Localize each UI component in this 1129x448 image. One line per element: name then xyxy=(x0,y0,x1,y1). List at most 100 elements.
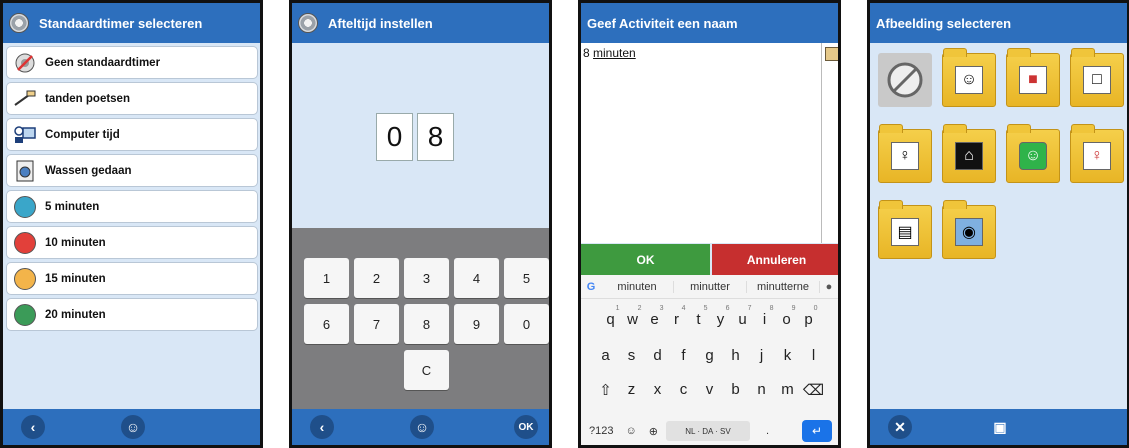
key[interactable]: b xyxy=(723,381,749,399)
folder-tile[interactable]: ♀ xyxy=(1070,124,1124,183)
numbers-key[interactable]: ?123 xyxy=(589,425,613,437)
key[interactable]: 7u xyxy=(732,305,754,328)
pictogram-button[interactable] xyxy=(821,43,838,243)
folder-tile[interactable]: ◉ xyxy=(942,200,996,259)
folder-tile[interactable]: ■ xyxy=(1006,48,1060,107)
profile-button[interactable]: ☺ xyxy=(410,415,434,439)
key[interactable]: k xyxy=(775,347,801,364)
keyboard-row-1: 1q 2w 3e 4r 5t 6y 7u 8i 9o 0p xyxy=(581,305,838,328)
key[interactable]: l xyxy=(801,347,827,364)
key-2[interactable]: 2 xyxy=(354,258,399,298)
space-key[interactable]: NL · DA · SV xyxy=(665,421,750,441)
key[interactable]: 3e xyxy=(644,305,666,328)
globe-icon[interactable]: ⊕ xyxy=(649,425,658,438)
tablet-icon: ▤ xyxy=(891,218,919,246)
key-5[interactable]: 5 xyxy=(504,258,549,298)
no-image-tile[interactable] xyxy=(878,53,932,107)
folder-tile[interactable]: ▤ xyxy=(878,200,932,259)
key-9[interactable]: 9 xyxy=(454,304,499,344)
bottom-bar: ‹ ☺ OK xyxy=(292,409,549,445)
backspace-icon[interactable]: ⌫ xyxy=(801,381,827,399)
key-clear[interactable]: C xyxy=(404,350,449,390)
key-1[interactable]: 1 xyxy=(304,258,349,298)
key[interactable]: j xyxy=(749,347,775,364)
toothbrush-icon xyxy=(13,87,37,111)
suggestion-3[interactable]: minutterne xyxy=(747,280,820,293)
key[interactable]: 4r xyxy=(666,305,688,328)
list-item-label: tanden poetsen xyxy=(45,92,130,105)
folder-tile[interactable]: ♀ xyxy=(878,124,932,183)
suggestion-1[interactable]: minuten xyxy=(601,280,674,293)
list-item[interactable]: 10 minuten xyxy=(6,226,258,259)
folder-tile[interactable]: ☺ xyxy=(1006,124,1060,183)
key[interactable]: g xyxy=(697,347,723,364)
close-button[interactable]: ✕ xyxy=(888,415,912,439)
folder-tile[interactable]: ⌂ xyxy=(942,124,996,183)
key[interactable]: s xyxy=(619,347,645,364)
profile-button[interactable]: ☺ xyxy=(121,415,145,439)
screen-name-activity: Geef Activiteit een naam 8 minuten OK An… xyxy=(578,0,841,448)
activity-name-input[interactable]: 8 minuten xyxy=(581,43,821,243)
person-icon xyxy=(824,47,838,61)
list-item[interactable]: 5 minuten xyxy=(6,190,258,223)
key[interactable]: h xyxy=(723,347,749,364)
key-0[interactable]: 0 xyxy=(504,304,549,344)
keyboard-row-2: a s d f g h j k l xyxy=(581,347,838,364)
emoji-icon[interactable]: ☺ xyxy=(625,425,636,437)
key-7[interactable]: 7 xyxy=(354,304,399,344)
key-4[interactable]: 4 xyxy=(454,258,499,298)
list-item[interactable]: 15 minuten xyxy=(6,262,258,295)
enter-key[interactable]: ↵ xyxy=(802,420,832,442)
back-button[interactable]: ‹ xyxy=(21,415,45,439)
shift-icon[interactable]: ⇧ xyxy=(593,381,619,399)
washing-machine-icon xyxy=(13,159,37,183)
key[interactable]: f xyxy=(671,347,697,364)
period-key[interactable]: . xyxy=(766,425,769,437)
key[interactable]: d xyxy=(645,347,671,364)
key[interactable]: 1q xyxy=(600,305,622,328)
user-icon: ☺ xyxy=(125,419,141,435)
list-item[interactable]: Computer tijd xyxy=(6,118,258,151)
timer-app-icon xyxy=(298,13,318,33)
key[interactable]: n xyxy=(749,381,775,399)
mic-icon[interactable]: ● xyxy=(820,281,838,293)
key[interactable]: 6y xyxy=(710,305,732,328)
folder-tile[interactable]: □ xyxy=(1070,48,1124,107)
list-item[interactable]: 20 minuten xyxy=(6,298,258,331)
digit-tens[interactable]: 0 xyxy=(376,113,413,161)
key[interactable]: 8i xyxy=(754,305,776,328)
key[interactable]: 2w xyxy=(622,305,644,328)
people-icon: ☺ xyxy=(955,66,983,94)
cancel-button[interactable]: Annuleren xyxy=(712,244,838,275)
key[interactable]: c xyxy=(671,381,697,399)
key[interactable]: 5t xyxy=(688,305,710,328)
list-item[interactable]: Wassen gedaan xyxy=(6,154,258,187)
key[interactable]: 9o xyxy=(776,305,798,328)
key-3[interactable]: 3 xyxy=(404,258,449,298)
time-display: 0 8 xyxy=(376,113,454,161)
key[interactable]: v xyxy=(697,381,723,399)
key[interactable]: m xyxy=(775,381,801,399)
school-icon: ♀ xyxy=(891,142,919,170)
digit-ones[interactable]: 8 xyxy=(417,113,454,161)
enter-icon: ↵ xyxy=(811,424,823,438)
room-icon: □ xyxy=(1083,66,1111,94)
back-button[interactable]: ‹ xyxy=(310,415,334,439)
camera-button[interactable]: ▣ xyxy=(988,415,1012,439)
folder-tile[interactable]: ☺ xyxy=(942,48,996,107)
red-dot-icon xyxy=(14,231,36,254)
ok-button[interactable]: OK xyxy=(514,415,538,439)
key[interactable]: 0p xyxy=(798,305,820,328)
suggestion-2[interactable]: minutter xyxy=(674,280,747,293)
list-item[interactable]: Geen standaardtimer xyxy=(6,46,258,79)
ok-button[interactable]: OK xyxy=(581,244,710,275)
timer-app-icon xyxy=(9,13,29,33)
key[interactable]: x xyxy=(645,381,671,399)
green-dot-icon xyxy=(14,303,36,326)
no-image-icon xyxy=(887,62,923,98)
key-6[interactable]: 6 xyxy=(304,304,349,344)
key[interactable]: z xyxy=(619,381,645,399)
key[interactable]: a xyxy=(593,347,619,364)
list-item[interactable]: tanden poetsen xyxy=(6,82,258,115)
key-8[interactable]: 8 xyxy=(404,304,449,344)
